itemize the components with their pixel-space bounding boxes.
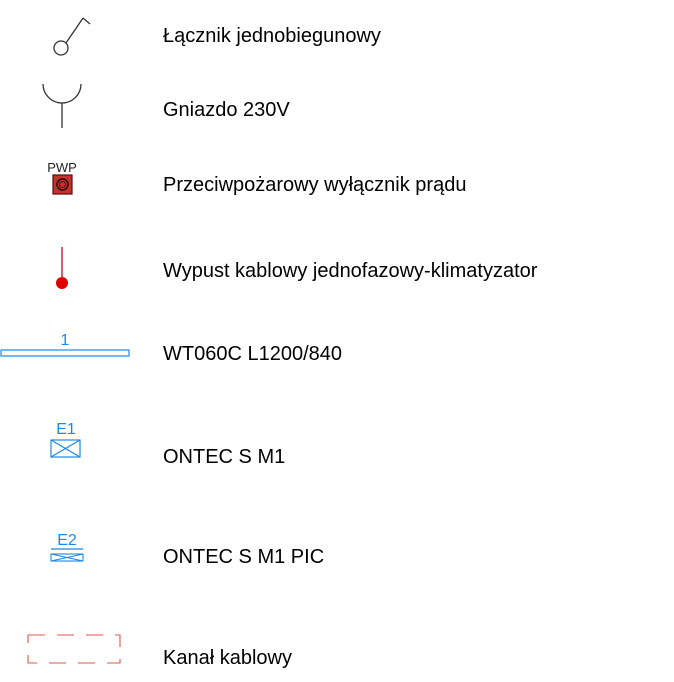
symbol-legend: Łącznik jednobiegunowy Gniazdo 230V PWP …: [0, 0, 674, 674]
legend-label: Gniazdo 230V: [163, 99, 290, 121]
fire-power-switch-icon: PWP: [47, 160, 77, 195]
luminaire-linear-icon: 1: [0, 332, 130, 357]
svg-text:1: 1: [61, 332, 70, 349]
legend-row-luminaire: 1 WT060C L1200/840: [0, 326, 674, 386]
legend-label: ONTEC S M1: [163, 446, 286, 468]
legend-row-socket: Gniazdo 230V: [0, 82, 674, 142]
legend-label: WT060C L1200/840: [163, 343, 343, 365]
legend-label: Łącznik jednobiegunowy: [163, 25, 381, 47]
legend-row-cable-channel: Kanał kablowy: [0, 622, 674, 682]
legend-row-emergency-e1: E1 ONTEC S M1: [0, 417, 674, 477]
socket-230v-icon: [42, 83, 82, 128]
svg-text:E2: E2: [57, 532, 77, 549]
single-pole-switch-icon: [53, 17, 91, 56]
legend-label: Kanał kablowy: [163, 647, 292, 669]
legend-label: ONTEC S M1 PIC: [163, 546, 325, 568]
legend-row-emergency-e2: E2 ONTEC S M1 PIC: [0, 525, 674, 585]
emergency-luminaire-pic-icon: E2: [50, 532, 84, 562]
legend-row-pwp: PWP Przeciwpożarowy wyłącznik prądu: [0, 158, 674, 218]
emergency-luminaire-icon: E1: [50, 421, 81, 458]
cable-outlet-red-icon: [56, 247, 68, 289]
legend-row-switch: Łącznik jednobiegunowy: [0, 10, 674, 70]
legend-row-outlet: Wypust kablowy jednofazowy-klimatyzator: [0, 241, 674, 301]
legend-label: Wypust kablowy jednofazowy-klimatyzator: [163, 260, 538, 282]
legend-label: Przeciwpożarowy wyłącznik prądu: [163, 174, 467, 196]
svg-text:PWP: PWP: [47, 160, 77, 175]
svg-text:E1: E1: [56, 421, 76, 438]
cable-channel-dashed-icon: [27, 634, 121, 664]
